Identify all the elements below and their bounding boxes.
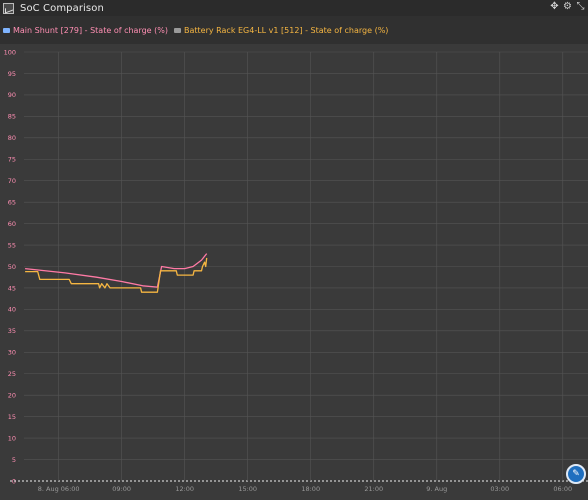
y-tick-label: 45 [8,284,16,292]
y-tick-label: 40 [8,306,16,314]
y-tick-label: 95 [8,70,16,78]
x-tick-label: 8. Aug 06:00 [38,485,80,493]
chat-bubble-icon[interactable]: ✎ [566,464,586,484]
soc-line-chart: 0510152025303540455055606570758085909510… [4,48,588,493]
y-tick-label: 50 [8,263,16,271]
legend-item-battery-rack[interactable]: Battery Rack EG4-LL v1 [512] - State of … [173,25,389,35]
y-tick-label: 55 [8,241,16,249]
x-tick-label: 21:00 [364,485,383,493]
gear-icon[interactable]: ⚙ [562,1,573,12]
legend-item-main-shunt[interactable]: Main Shunt [279] - State of charge (%) [3,26,168,35]
y-tick-label: 25 [8,370,16,378]
x-tick-label: 12:00 [175,485,194,493]
y-tick-label: 100 [4,48,16,56]
series-line-1 [25,253,208,288]
x-tick-label: 06:00 [553,485,572,493]
window-titlebar: SoC Comparison ✥ ⚙ ⤡ [0,0,588,16]
x-tick-label: 09:00 [112,485,131,493]
y-tick-label: 70 [8,177,16,185]
y-tick-label: 60 [8,220,16,228]
y-tick-label: 15 [8,413,16,421]
x-tick-label: 18:00 [301,485,320,493]
move-icon[interactable]: ✥ [549,1,560,12]
x-tick-label: 9. Aug [426,485,447,493]
chart-app-icon [3,2,14,14]
y-tick-label: 80 [8,134,16,142]
legend-label: Battery Rack EG4-LL v1 [512] - State of … [183,25,389,35]
legend-label: Main Shunt [279] - State of charge (%) [13,25,168,35]
legend-swatch-icon [173,27,181,33]
y-tick-label: 35 [8,327,16,335]
y-tick-label: 75 [8,156,16,164]
y-tick-label: 65 [8,198,16,206]
legend-swatch-icon [3,27,10,33]
series-line-2 [25,257,208,293]
y-tick-label: 5 [12,456,16,464]
window-title: SoC Comparison [20,2,104,14]
chart-legend: Main Shunt [279] - State of charge (%) B… [0,16,588,44]
y-tick-label: 90 [8,91,16,99]
y-tick-label: 10 [8,434,16,442]
y-tick-label: 20 [8,392,16,400]
collapse-icon[interactable]: ⤡ [575,1,586,12]
x-tick-label: 15:00 [238,485,257,493]
y-tick-label: 30 [8,349,16,357]
window-controls: ✥ ⚙ ⤡ [549,1,586,12]
x-tick-label: 03:00 [490,485,509,493]
y-tick-label: 85 [8,113,16,121]
